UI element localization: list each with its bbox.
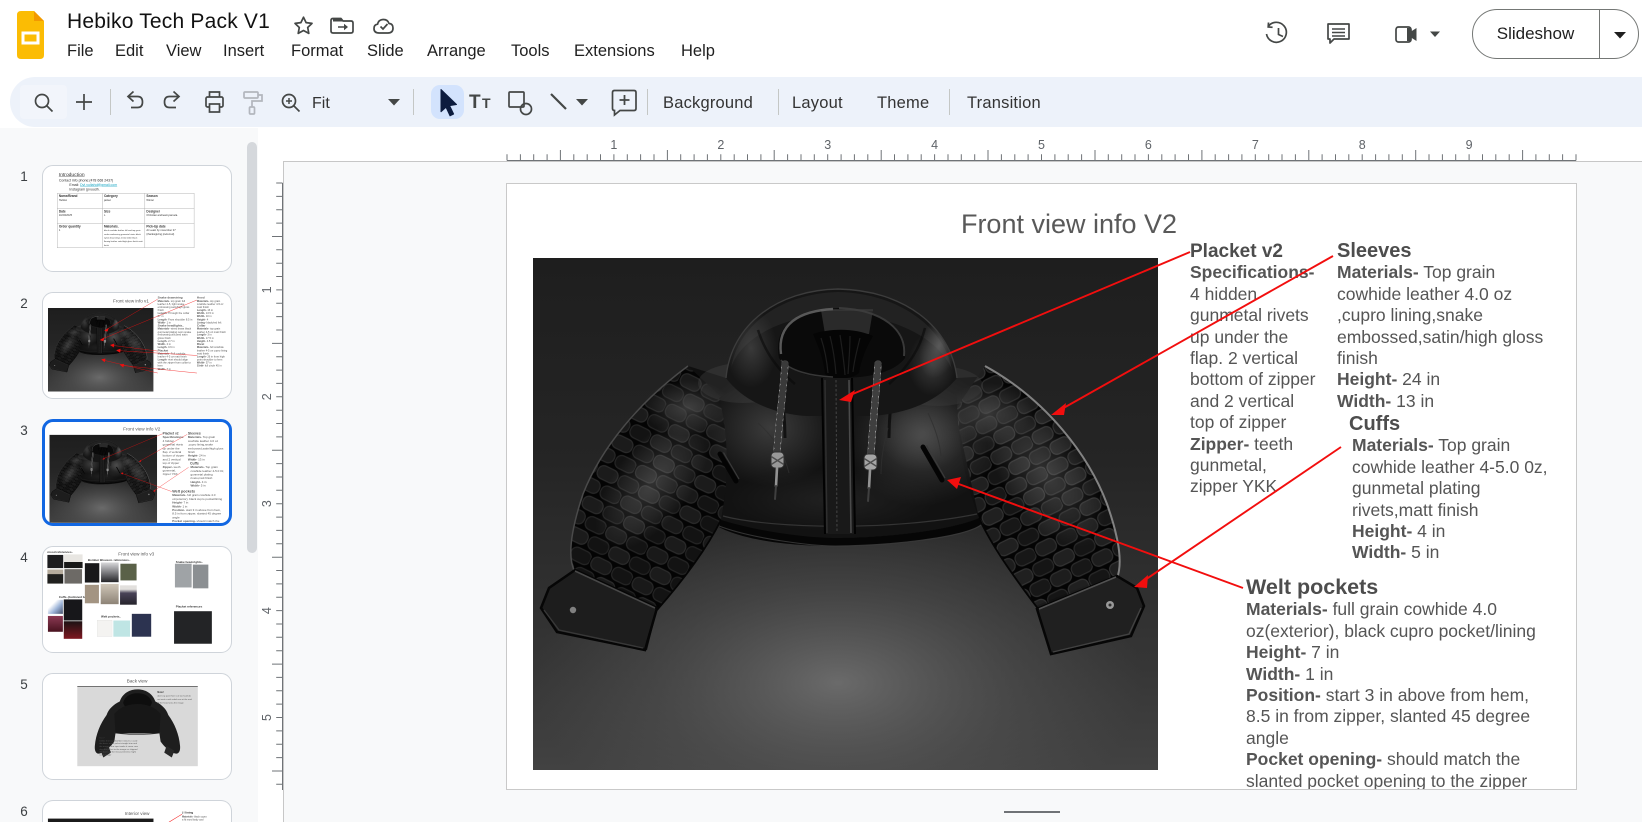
svg-text:7: 7 [1252,138,1259,152]
svg-text:2: 2 [717,138,724,152]
svg-text:T: T [482,95,491,111]
svg-text:Fit: Fit [312,95,330,112]
svg-text:1: 1 [610,138,617,152]
svg-text:1: 1 [260,286,274,293]
svg-text:8: 8 [1359,138,1366,152]
svg-text:4: 4 [931,138,938,152]
svg-text:2: 2 [260,393,274,400]
svg-text:3: 3 [824,138,831,152]
svg-text:5: 5 [260,714,274,721]
svg-text:6: 6 [1145,138,1152,152]
svg-text:T: T [469,92,481,113]
svg-text:5: 5 [1038,138,1045,152]
svg-text:3: 3 [260,500,274,507]
svg-text:4: 4 [260,607,274,614]
svg-text:9: 9 [1466,138,1473,152]
